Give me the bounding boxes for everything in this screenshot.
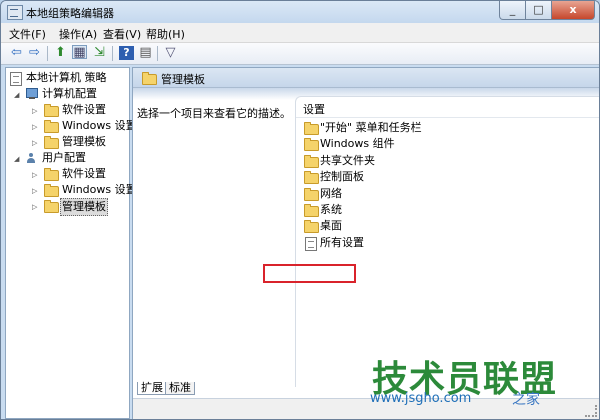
minimize-button[interactable]: _	[499, 1, 526, 20]
watermark-url: www.jsgho.com	[370, 391, 472, 406]
expand-closed-icon[interactable]: ▷	[32, 119, 37, 135]
up-folder-icon[interactable]: ⬆	[53, 46, 68, 60]
watermark-subtitle: 之家	[512, 392, 540, 408]
folder-icon	[304, 204, 319, 217]
folder-icon	[44, 120, 59, 133]
menu-file[interactable]: 文件(F)	[9, 26, 46, 42]
tab-extended[interactable]: 扩展	[137, 382, 167, 395]
properties-icon[interactable]: ▤	[138, 46, 153, 60]
folder-icon	[304, 220, 319, 233]
expand-closed-icon[interactable]: ▷	[32, 167, 37, 183]
tree-item-label: 本地计算机 策略	[26, 71, 107, 84]
tab-standard[interactable]: 标准	[165, 382, 195, 395]
details-header-title: 管理模板	[161, 73, 205, 86]
policy-icon	[10, 72, 22, 86]
user-icon	[26, 153, 36, 163]
description-text: 选择一个项目来查看它的描述。	[137, 107, 291, 120]
tree-item-label: 用户配置	[42, 151, 86, 164]
toolbar: ⇦ ⇨ ⬆ ▦ ⇲ ? ▤ ▽	[1, 43, 599, 65]
title-bar[interactable]: 本地组策略编辑器 _ □ x	[1, 1, 599, 23]
maximize-button[interactable]: □	[526, 1, 552, 20]
highlight-box-system	[263, 264, 356, 283]
tree-item-label: 计算机配置	[42, 87, 97, 100]
expand-open-icon[interactable]: ◢	[14, 87, 19, 103]
tree-pane: 本地计算机 策略 ◢ 计算机配置 ▷ 软件设置 ▷ Windows 设置 ▷ 管…	[5, 67, 137, 419]
menu-bar: 文件(F) 操作(A) 查看(V) 帮助(H)	[1, 23, 599, 43]
filter-icon[interactable]: ▽	[163, 46, 178, 60]
app-icon	[7, 5, 23, 20]
folder-icon	[44, 104, 59, 117]
expand-closed-icon[interactable]: ▷	[32, 199, 37, 215]
tree-item-label: Windows 设置	[62, 119, 137, 132]
expand-closed-icon[interactable]: ▷	[32, 135, 37, 151]
close-button[interactable]: x	[552, 1, 595, 20]
expand-closed-icon[interactable]: ▷	[32, 103, 37, 119]
tree-item-label: 软件设置	[62, 167, 106, 180]
folder-icon	[44, 168, 59, 181]
computer-icon	[26, 88, 38, 99]
toolbar-separator	[47, 46, 48, 61]
tree-item-label: 软件设置	[62, 103, 106, 116]
folder-icon	[44, 184, 59, 197]
expand-open-icon[interactable]: ◢	[14, 151, 19, 167]
list-item-label: Windows 组件	[320, 137, 395, 150]
list-item-label: 共享文件夹	[320, 154, 375, 167]
settings-list: 设置 "开始" 菜单和任务栏 Windows 组件 共享文件夹 控制面板 网络	[295, 96, 599, 387]
expand-closed-icon[interactable]: ▷	[32, 183, 37, 199]
folder-icon	[44, 136, 59, 149]
list-item-label: 所有设置	[320, 236, 364, 249]
folder-icon	[304, 138, 319, 151]
window-controls: _ □ x	[499, 1, 595, 20]
forward-arrow-icon[interactable]: ⇨	[27, 46, 42, 60]
tree-item-label: Windows 设置	[62, 183, 137, 196]
list-item-label: "开始" 菜单和任务栏	[320, 121, 422, 134]
column-divider	[296, 117, 599, 118]
folder-icon	[304, 188, 319, 201]
list-item-label: 网络	[320, 187, 342, 200]
tree-item-label: 管理模板	[60, 198, 108, 216]
export-list-icon[interactable]: ⇲	[92, 46, 107, 60]
settings-page-icon	[305, 237, 317, 251]
list-item-label: 控制面板	[320, 170, 364, 183]
folder-icon	[304, 171, 319, 184]
show-tree-icon[interactable]: ▦	[72, 45, 87, 60]
list-item-label: 系统	[320, 203, 342, 216]
help-icon[interactable]: ?	[119, 46, 134, 60]
menu-action[interactable]: 操作(A)	[59, 26, 97, 42]
folder-icon	[44, 200, 59, 213]
window-title: 本地组策略编辑器	[26, 7, 114, 20]
menu-help[interactable]: 帮助(H)	[146, 26, 185, 42]
back-arrow-icon[interactable]: ⇦	[9, 46, 24, 60]
folder-icon	[304, 122, 319, 135]
toolbar-separator	[157, 46, 158, 61]
list-item-label: 桌面	[320, 219, 342, 232]
column-header-setting[interactable]: 设置	[303, 101, 325, 117]
watermark: 技术员联盟 www.jsgho.com 之家	[370, 350, 600, 420]
details-header: 管理模板	[133, 68, 599, 88]
folder-icon	[304, 155, 319, 168]
menu-view[interactable]: 查看(V)	[103, 26, 141, 42]
tree-item-label: 管理模板	[62, 135, 106, 148]
folder-icon	[142, 72, 157, 85]
toolbar-separator	[112, 46, 113, 61]
